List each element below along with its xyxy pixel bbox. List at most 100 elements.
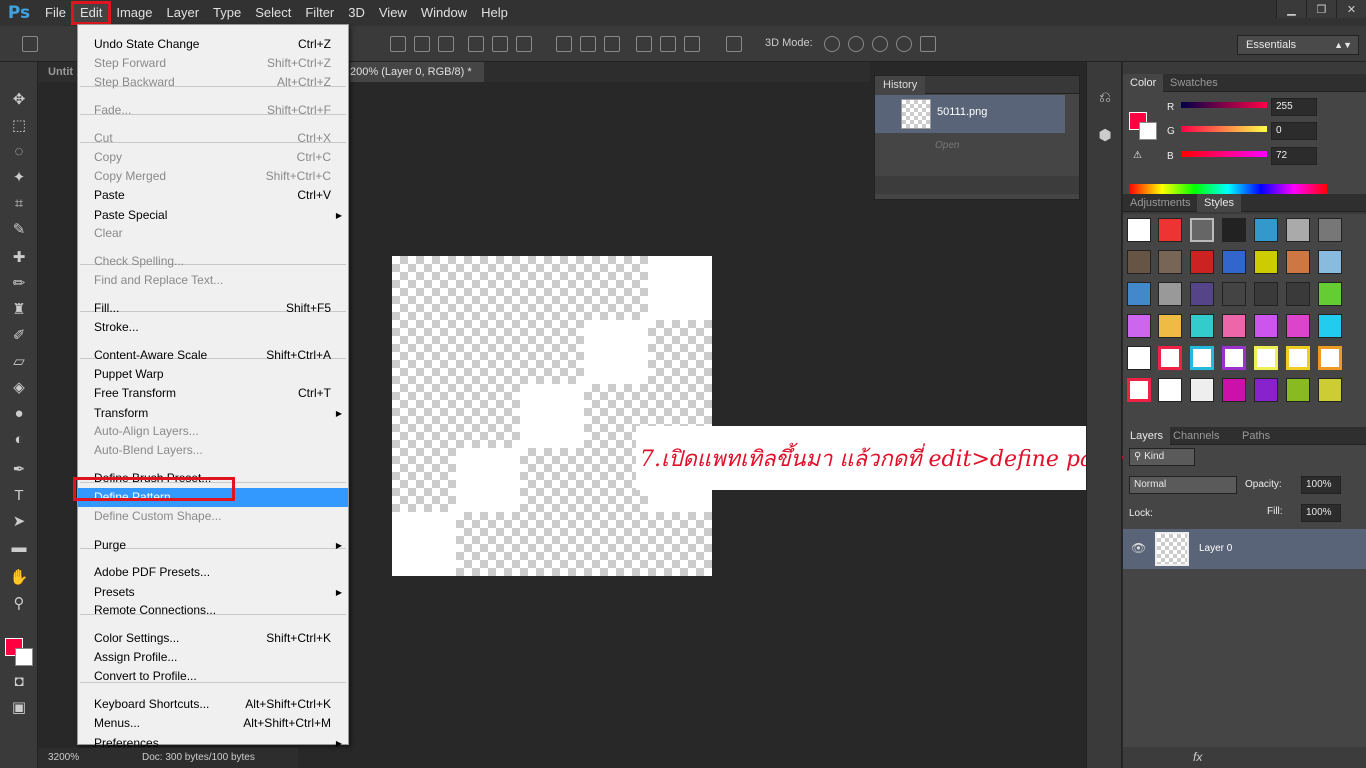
workspace-select[interactable]: Essentials ▲▼ [1237, 35, 1359, 55]
magic-wand-tool-icon[interactable]: ✦ [9, 168, 29, 188]
align-vcenter-icon[interactable] [414, 36, 430, 52]
history-snapshot-row[interactable]: 50111.png [875, 95, 1065, 133]
style-swatch[interactable] [1286, 218, 1310, 242]
green-slider[interactable] [1181, 126, 1267, 132]
style-swatch[interactable] [1222, 282, 1246, 306]
style-swatch[interactable] [1222, 218, 1246, 242]
menu-image[interactable]: Image [109, 3, 159, 23]
opacity-input[interactable]: 100% [1301, 476, 1341, 494]
3d-scale-icon[interactable] [920, 36, 936, 52]
tab-channels[interactable]: Channels [1166, 427, 1226, 445]
style-swatch[interactable] [1286, 378, 1310, 402]
fx-icon[interactable]: fx [1193, 750, 1202, 764]
menu-item-remote-connections[interactable]: Remote Connections... [78, 601, 348, 620]
hand-tool-icon[interactable]: ✋ [9, 568, 29, 588]
style-swatch[interactable] [1158, 314, 1182, 338]
green-value-input[interactable]: 0 [1271, 122, 1317, 140]
distribute-vcenter-icon[interactable] [580, 36, 596, 52]
3d-roll-icon[interactable] [848, 36, 864, 52]
menu-item-auto-blend-layers[interactable]: Auto-Blend Layers... [78, 441, 348, 460]
minimize-button[interactable]: ▁ [1276, 0, 1306, 18]
style-swatch[interactable] [1190, 250, 1214, 274]
move-tool-preset-icon[interactable] [22, 36, 38, 52]
style-swatch[interactable] [1318, 218, 1342, 242]
tab-styles[interactable]: Styles [1197, 194, 1241, 212]
tab-adjustments[interactable]: Adjustments [1123, 194, 1198, 212]
style-swatch[interactable] [1222, 314, 1246, 338]
style-swatch[interactable] [1318, 314, 1342, 338]
menu-view[interactable]: View [372, 3, 414, 23]
menu-filter[interactable]: Filter [298, 3, 341, 23]
clone-stamp-tool-icon[interactable]: ♜ [9, 300, 29, 320]
fill-input[interactable]: 100% [1301, 504, 1341, 522]
menu-layer[interactable]: Layer [160, 3, 207, 23]
style-swatch[interactable] [1190, 378, 1214, 402]
zoom-tool-icon[interactable]: ⚲ [9, 594, 29, 614]
eye-icon[interactable]: 👁 [1131, 541, 1146, 555]
style-swatch[interactable] [1190, 282, 1214, 306]
history-state-row[interactable]: Open [875, 136, 1065, 158]
path-selection-tool-icon[interactable]: ➤ [9, 512, 29, 532]
menu-item-transform[interactable]: Transform ▶ [78, 404, 348, 423]
menu-item-stroke[interactable]: Stroke... [78, 318, 348, 337]
tab-color[interactable]: Color [1123, 74, 1164, 92]
tab-swatches[interactable]: Swatches [1163, 74, 1225, 92]
style-swatch[interactable] [1254, 250, 1278, 274]
brush-tool-icon[interactable]: ✏ [9, 274, 29, 294]
menu-item-step-forward[interactable]: Step Forward Shift+Ctrl+Z [78, 54, 348, 73]
3d-pan-icon[interactable] [872, 36, 888, 52]
menu-item-assign-profile[interactable]: Assign Profile... [78, 648, 348, 667]
menu-item-fill[interactable]: Fill... Shift+F5 [78, 299, 348, 318]
menu-item-cut[interactable]: Cut Ctrl+X [78, 129, 348, 148]
history-panel-icon[interactable]: ⎌ [1095, 88, 1115, 108]
quick-mask-icon[interactable]: ◘ [9, 672, 29, 692]
blue-slider[interactable] [1181, 151, 1267, 157]
distribute-top-icon[interactable] [556, 36, 572, 52]
menu-item-paste-special[interactable]: Paste Special ▶ [78, 206, 348, 225]
distribute-hcenter-icon[interactable] [660, 36, 676, 52]
distribute-bottom-icon[interactable] [604, 36, 620, 52]
menu-item-clear[interactable]: Clear [78, 224, 348, 243]
menu-edit[interactable]: Edit [70, 1, 112, 25]
healing-brush-tool-icon[interactable]: ✚ [9, 248, 29, 268]
tab-layers[interactable]: Layers [1123, 427, 1171, 445]
document-tab-untitled[interactable]: Untit [48, 62, 73, 82]
style-swatch-none[interactable] [1127, 346, 1151, 370]
menu-item-auto-align-layers[interactable]: Auto-Align Layers... [78, 422, 348, 441]
style-swatch-none[interactable] [1127, 218, 1151, 242]
close-button[interactable]: ✕ [1336, 0, 1366, 18]
red-slider[interactable] [1181, 102, 1267, 108]
style-swatch[interactable] [1286, 282, 1310, 306]
style-swatch[interactable] [1222, 378, 1246, 402]
style-swatch[interactable] [1254, 346, 1278, 370]
screen-mode-icon[interactable]: ▣ [9, 698, 29, 718]
style-swatch[interactable] [1158, 282, 1182, 306]
gamut-warning-icon[interactable]: ⚠ [1133, 150, 1142, 161]
color-background-swatch[interactable] [1139, 122, 1157, 140]
3d-panel-icon[interactable]: ⬢ [1095, 126, 1115, 146]
menu-help[interactable]: Help [474, 3, 515, 23]
distribute-left-icon[interactable] [636, 36, 652, 52]
menu-item-free-transform[interactable]: Free Transform Ctrl+T [78, 384, 348, 403]
style-swatch[interactable] [1254, 218, 1278, 242]
menu-item-puppet-warp[interactable]: Puppet Warp [78, 365, 348, 384]
eyedropper-tool-icon[interactable]: ✎ [9, 220, 29, 240]
restore-button[interactable]: ❐ [1306, 0, 1336, 18]
menu-item-menus[interactable]: Menus... Alt+Shift+Ctrl+M [78, 714, 348, 733]
3d-rotate-icon[interactable] [824, 36, 840, 52]
menu-item-color-settings[interactable]: Color Settings... Shift+Ctrl+K [78, 629, 348, 648]
canvas[interactable] [392, 256, 712, 576]
pen-tool-icon[interactable]: ✒ [9, 460, 29, 480]
align-right-icon[interactable] [516, 36, 532, 52]
style-swatch[interactable] [1254, 282, 1278, 306]
style-swatch[interactable] [1127, 250, 1151, 274]
style-swatch[interactable] [1158, 378, 1182, 402]
style-swatch[interactable] [1286, 250, 1310, 274]
style-swatch[interactable] [1190, 346, 1214, 370]
style-swatch[interactable] [1254, 378, 1278, 402]
menu-item-presets[interactable]: Presets ▶ [78, 583, 348, 602]
style-swatch[interactable] [1127, 378, 1151, 402]
menu-item-paste[interactable]: Paste Ctrl+V [78, 186, 348, 205]
menu-item-step-backward[interactable]: Step Backward Alt+Ctrl+Z [78, 73, 348, 92]
style-swatch[interactable] [1318, 378, 1342, 402]
